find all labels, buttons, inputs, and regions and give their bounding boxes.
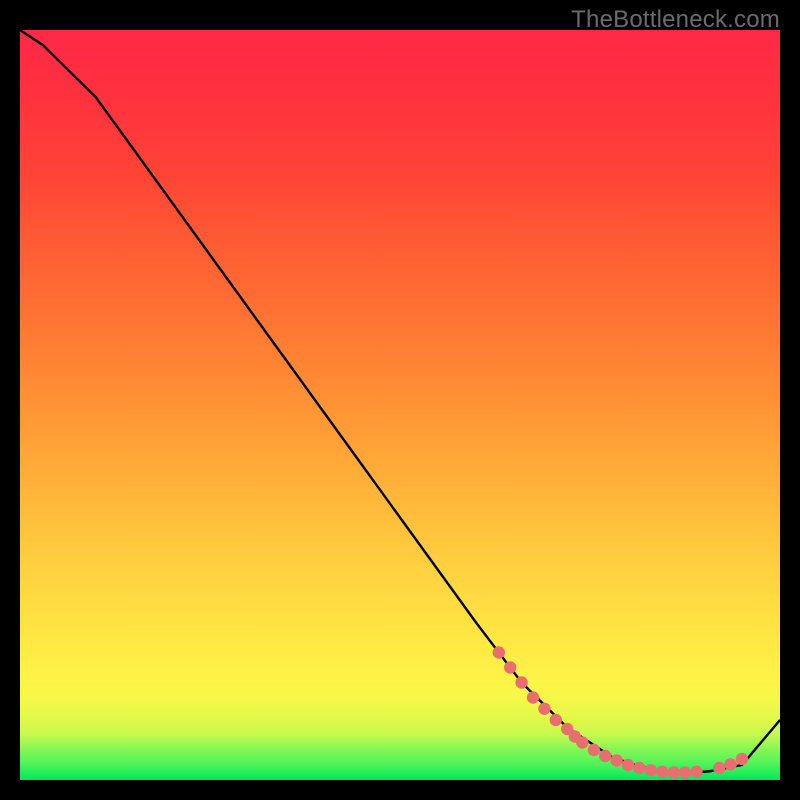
marker-dot [633,762,645,774]
marker-dot [576,736,588,748]
marker-dot [527,691,539,703]
chart-root: TheBottleneck.com [0,0,800,800]
plot-area [20,30,780,780]
marker-dot [550,714,562,726]
bottleneck-curve [20,30,780,773]
chart-svg [20,30,780,780]
marker-dot [538,703,550,715]
marker-dot [515,676,527,688]
marker-dot [493,646,505,658]
marker-dot [736,753,748,765]
marker-dot [610,754,622,766]
marker-dot [656,766,668,778]
marker-dot [504,661,516,673]
marker-dot [645,764,657,776]
marker-dot [724,758,736,770]
marker-dot [667,766,679,778]
marker-dot [622,759,634,771]
marker-dot [690,766,702,778]
marker-dot [599,750,611,762]
marker-group [493,646,749,778]
marker-dot [588,744,600,756]
marker-dot [713,762,725,774]
marker-dot [679,766,691,778]
